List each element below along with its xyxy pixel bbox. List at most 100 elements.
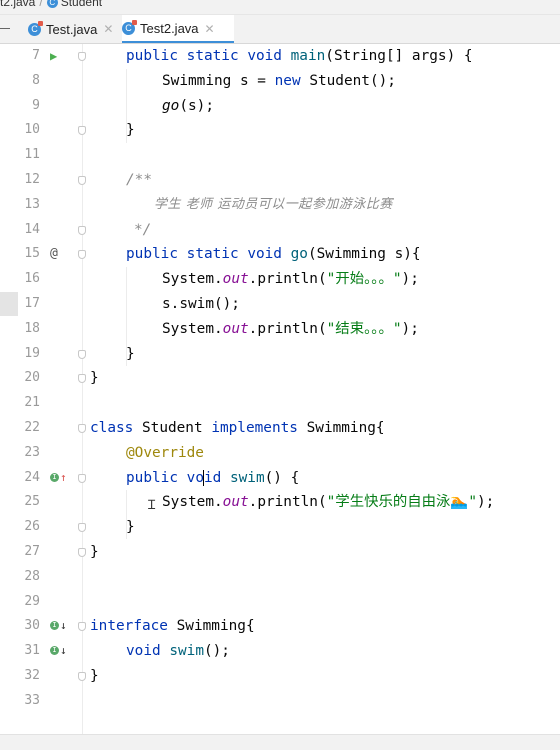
code-text: Swimming s = new Student(); (162, 72, 396, 89)
code-line: 24 I ↑ public void swim() { (0, 466, 560, 491)
status-bar (0, 734, 560, 750)
code-line: 19 } (0, 342, 560, 367)
line-number: 27 (24, 544, 40, 559)
line-number: 23 (24, 444, 40, 460)
close-icon[interactable]: ✕ (205, 22, 215, 36)
code-line: 11 (0, 143, 560, 168)
code-text: } (90, 668, 99, 684)
code-line: 31 I ↓ void swim(); (0, 639, 560, 664)
line-number: 24 (24, 469, 40, 485)
line-number: 26 (24, 519, 40, 535)
line-number: 15 (24, 246, 40, 262)
code-line: 8 Swimming s = new Student(); (0, 69, 560, 94)
line-number: 13 (24, 196, 40, 212)
fold-icon[interactable] (78, 250, 86, 260)
line-number: 7 (32, 48, 40, 63)
override-icon[interactable]: @ (50, 242, 58, 267)
code-text: interface Swimming{ (90, 618, 255, 635)
code-line: 27 } (0, 540, 560, 565)
implements-up-icon[interactable]: I ↑ (50, 466, 67, 491)
active-tab-indicator (122, 41, 234, 43)
breadcrumb: st2.java /CStudent (0, 0, 560, 15)
tab-bar-divider (0, 28, 10, 29)
line-number: 9 (32, 97, 40, 113)
code-line: 29 (0, 590, 560, 615)
line-number: 30 (24, 618, 40, 634)
code-comment: 学生 老师 运动员可以一起参加游泳比赛 (154, 196, 393, 212)
code-line: 17 s.swim(); (0, 292, 560, 317)
code-line: 32 } (0, 664, 560, 689)
code-text: } (126, 519, 135, 536)
code-text: class Student implements Swimming{ (90, 420, 385, 436)
class-icon: C (46, 0, 58, 9)
fold-icon[interactable] (78, 52, 86, 61)
breadcrumb-separator: / (39, 0, 43, 9)
code-line: 18 System.out.println("结束。。。"); (0, 317, 560, 342)
implemented-down-icon[interactable]: I ↓ (50, 639, 67, 664)
code-text: } (90, 544, 99, 560)
fold-icon[interactable] (78, 622, 86, 632)
tab-label: Test2.java (140, 21, 199, 36)
java-class-icon: C (122, 20, 137, 35)
line-number: 17 (24, 296, 40, 311)
line-number: 8 (32, 72, 40, 88)
line-number: 20 (24, 370, 40, 386)
code-comment: */ (134, 221, 152, 238)
line-number: 33 (24, 692, 40, 708)
tab-test2-java[interactable]: C Test2.java ✕ (122, 15, 234, 42)
code-text: } (126, 122, 135, 139)
run-icon[interactable]: ▶ (50, 44, 57, 69)
line-number: 25 (24, 494, 40, 510)
line-number: 11 (24, 147, 40, 163)
fold-icon[interactable] (78, 374, 86, 384)
line-number: 10 (24, 122, 40, 138)
code-text: public static void go(Swimming s){ (126, 246, 421, 263)
fold-icon[interactable] (78, 548, 86, 557)
code-line: 26 } (0, 515, 560, 540)
line-number: 19 (24, 345, 40, 361)
code-comment: /** (126, 172, 152, 188)
code-line: 23 @Override (0, 441, 560, 466)
line-number: 22 (24, 420, 40, 435)
code-line: 20 } (0, 366, 560, 391)
breadcrumb-class[interactable]: Student (61, 0, 102, 9)
code-text: go(s); (162, 97, 214, 114)
code-text: s.swim(); (162, 296, 240, 312)
code-text: public void swim() { (126, 469, 300, 486)
line-number: 28 (24, 568, 40, 584)
line-number: 29 (24, 593, 40, 609)
code-text: System.out.println("开始。。。"); (162, 271, 419, 288)
code-line: 15 @ public static void go(Swimming s){ (0, 242, 560, 267)
line-number: 31 (24, 643, 40, 659)
line-number: 16 (24, 271, 40, 287)
code-line: 22 class Student implements Swimming{ (0, 416, 560, 441)
implemented-down-icon[interactable]: I ↓ (50, 614, 67, 639)
fold-icon[interactable] (78, 176, 86, 185)
code-line: 13 学生 老师 运动员可以一起参加游泳比赛 (0, 193, 560, 218)
code-text: } (90, 370, 99, 387)
line-number: 14 (24, 221, 40, 237)
fold-icon[interactable] (78, 349, 86, 359)
code-line: 10 } (0, 118, 560, 143)
breadcrumb-file[interactable]: st2.java (0, 0, 35, 9)
tab-test-java[interactable]: C Test.java ✕ (28, 15, 118, 43)
fold-icon[interactable] (78, 424, 86, 433)
code-line: 21 (0, 391, 560, 416)
close-icon[interactable]: ✕ (103, 22, 113, 36)
line-number: 32 (24, 668, 40, 683)
fold-icon[interactable] (78, 225, 86, 235)
tab-label: Test.java (46, 21, 98, 37)
ibeam-cursor-icon: Ɪ (148, 498, 156, 514)
annotation: @Override (126, 444, 204, 461)
fold-icon[interactable] (78, 473, 86, 483)
code-text: void swim(); (126, 643, 230, 660)
code-line: 16 System.out.println("开始。。。"); (0, 267, 560, 292)
fold-icon[interactable] (78, 523, 86, 533)
code-line: 30 I ↓ interface Swimming{ (0, 614, 560, 639)
fold-icon[interactable] (78, 126, 86, 136)
code-line: 33 (0, 689, 560, 714)
fold-icon[interactable] (78, 672, 86, 681)
line-number: 18 (24, 320, 40, 336)
code-text: System.out.println("结束。。。"); (162, 320, 419, 337)
code-line: 9 go(s); (0, 94, 560, 119)
